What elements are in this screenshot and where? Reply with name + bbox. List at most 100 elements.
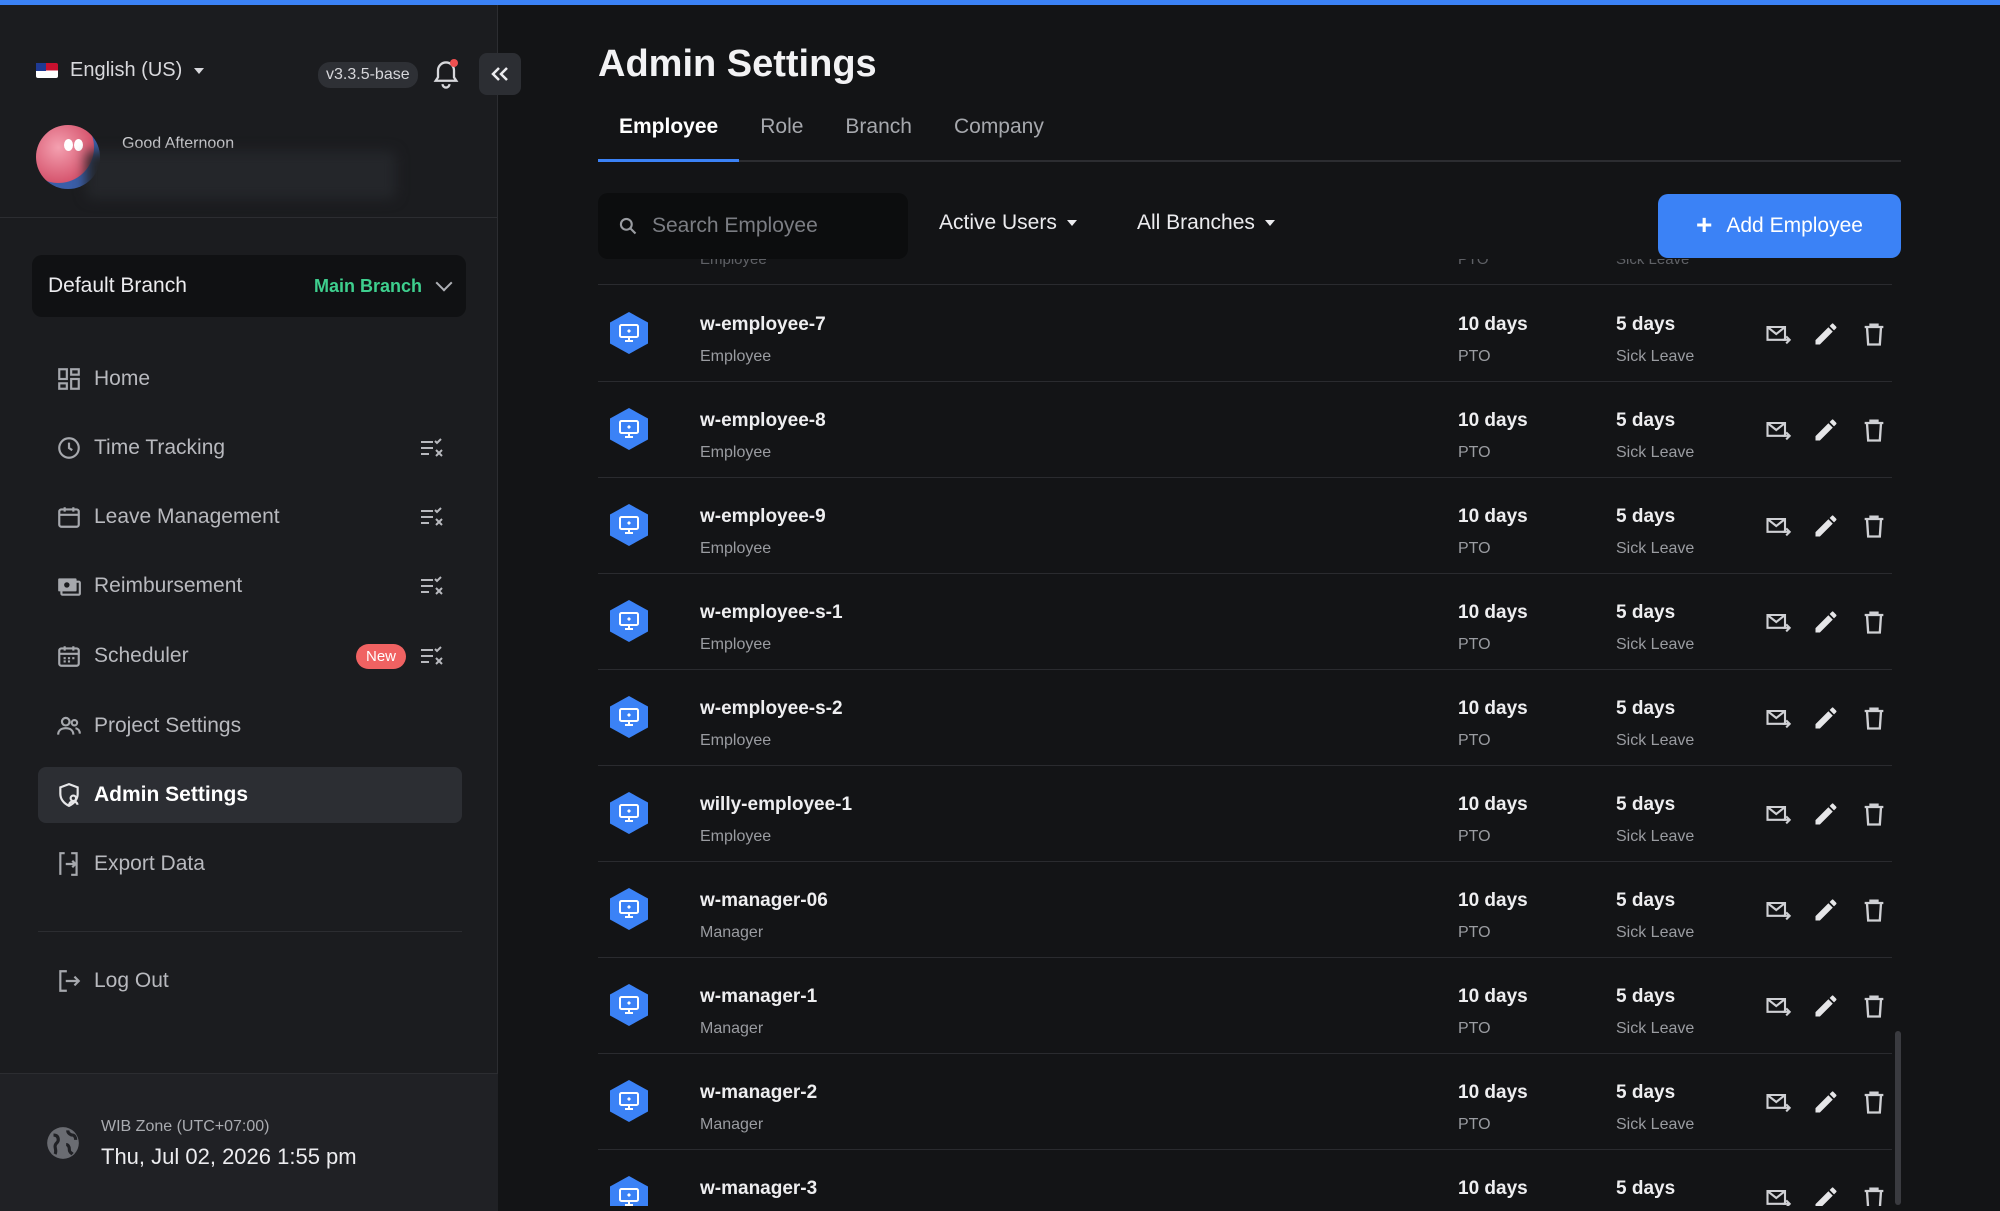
column-header-pto: PTO	[1458, 259, 1489, 268]
send-invite-icon[interactable]	[1764, 704, 1792, 732]
edit-icon[interactable]	[1812, 416, 1840, 444]
employee-avatar-icon	[606, 1174, 652, 1206]
sidebar-item-home[interactable]: Home	[38, 351, 462, 407]
table-scrollbar[interactable]	[1895, 1031, 1901, 1205]
sidebar-divider	[38, 931, 462, 932]
edit-icon[interactable]	[1812, 320, 1840, 348]
tab-branch[interactable]: Branch	[824, 105, 933, 162]
people-icon	[56, 713, 82, 739]
send-invite-icon[interactable]	[1764, 416, 1792, 444]
employee-role: Employee	[700, 540, 772, 557]
employee-avatar-icon	[606, 310, 652, 356]
employee-avatar-icon	[606, 502, 652, 548]
employee-avatar-icon	[606, 790, 652, 836]
table-row[interactable]: w-manager-1 Manager 10 days PTO 5 days Sick L…	[598, 958, 1892, 1054]
tab-bar: Employee Role Branch Company	[598, 105, 1901, 162]
sidebar-item-leave-management[interactable]: Leave Management	[38, 489, 462, 545]
add-employee-button[interactable]: + Add Employee	[1658, 194, 1901, 258]
edit-icon[interactable]	[1812, 896, 1840, 924]
page-title: Admin Settings	[598, 43, 877, 85]
notification-bell-icon[interactable]	[432, 59, 460, 91]
caret-down-icon	[1264, 220, 1275, 226]
sick-leave-value: 5 days	[1616, 1178, 1676, 1199]
active-users-label: Active Users	[939, 211, 1057, 234]
send-invite-icon[interactable]	[1764, 896, 1792, 924]
language-selector[interactable]: English (US)	[36, 59, 205, 82]
collapse-sidebar-button[interactable]	[479, 53, 521, 95]
active-users-filter[interactable]: Active Users	[939, 211, 1077, 235]
sidebar-item-time-tracking[interactable]: Time Tracking	[38, 420, 462, 476]
edit-icon[interactable]	[1812, 512, 1840, 540]
table-row[interactable]: w-employee-8 Employee 10 days PTO 5 days Sick…	[598, 382, 1892, 478]
sidebar-item-scheduler[interactable]: Scheduler New	[38, 628, 462, 684]
tab-company[interactable]: Company	[933, 105, 1065, 162]
delete-icon[interactable]	[1860, 992, 1888, 1020]
sidebar-item-export-data[interactable]: Export Data	[38, 836, 462, 892]
delete-icon[interactable]	[1860, 608, 1888, 636]
delete-icon[interactable]	[1860, 320, 1888, 348]
send-invite-icon[interactable]	[1764, 800, 1792, 828]
employee-name: w-employee-s-1	[700, 602, 843, 623]
employee-name: w-employee-8	[700, 410, 826, 431]
notification-dot	[450, 59, 458, 67]
sick-leave-label: Sick Leave	[1616, 348, 1695, 365]
delete-icon[interactable]	[1860, 416, 1888, 444]
table-row[interactable]: w-manager-06 Manager 10 days PTO 5 days Sick …	[598, 862, 1892, 958]
edit-icon[interactable]	[1812, 1088, 1840, 1116]
employee-name: w-employee-7	[700, 314, 826, 335]
caret-down-icon	[1066, 220, 1077, 226]
search-input[interactable]	[652, 214, 882, 238]
edit-icon[interactable]	[1812, 992, 1840, 1020]
send-invite-icon[interactable]	[1764, 512, 1792, 540]
checklist-icon	[421, 507, 443, 526]
delete-icon[interactable]	[1860, 1184, 1888, 1206]
pto-label: PTO	[1458, 828, 1491, 845]
sick-leave-value: 5 days	[1616, 890, 1676, 911]
all-branches-filter[interactable]: All Branches	[1137, 211, 1275, 235]
table-row[interactable]: w-manager-2 Manager 10 days PTO 5 days Sick L…	[598, 1054, 1892, 1150]
column-header-sick-leave: Sick Leave	[1616, 259, 1690, 268]
employee-role: Employee	[700, 828, 772, 845]
language-label: English (US)	[70, 59, 183, 81]
sidebar-item-admin-settings[interactable]: Admin Settings	[38, 767, 462, 823]
delete-icon[interactable]	[1860, 704, 1888, 732]
table-row[interactable]: w-employee-s-1 Employee 10 days PTO 5 days Si…	[598, 574, 1892, 670]
pto-label: PTO	[1458, 732, 1491, 749]
table-row[interactable]: w-employee-7 Employee 10 days PTO 5 days Sick…	[598, 286, 1892, 382]
edit-icon[interactable]	[1812, 800, 1840, 828]
edit-icon[interactable]	[1812, 608, 1840, 636]
edit-icon[interactable]	[1812, 1184, 1840, 1206]
tab-role[interactable]: Role	[739, 105, 824, 162]
sick-leave-label: Sick Leave	[1616, 1116, 1695, 1133]
pto-value: 10 days	[1458, 602, 1528, 623]
send-invite-icon[interactable]	[1764, 608, 1792, 636]
send-invite-icon[interactable]	[1764, 320, 1792, 348]
logout-icon	[56, 968, 82, 994]
money-icon	[56, 573, 82, 599]
sick-leave-value: 5 days	[1616, 506, 1676, 527]
pto-value: 10 days	[1458, 1178, 1528, 1199]
pto-label: PTO	[1458, 540, 1491, 557]
sick-leave-value: 5 days	[1616, 410, 1676, 431]
sidebar-item-reimbursement[interactable]: Reimbursement	[38, 558, 462, 614]
sidebar: English (US) v3.3.5-base Good Afternoon …	[0, 5, 498, 1211]
table-row[interactable]: w-employee-s-2 Employee 10 days PTO 5 days Si…	[598, 670, 1892, 766]
delete-icon[interactable]	[1860, 512, 1888, 540]
sidebar-divider	[0, 217, 498, 218]
table-row[interactable]: w-manager-3 10 days 5 days	[598, 1150, 1892, 1206]
add-employee-label: Add Employee	[1726, 214, 1863, 237]
edit-icon[interactable]	[1812, 704, 1840, 732]
send-invite-icon[interactable]	[1764, 1088, 1792, 1116]
table-row[interactable]: w-employee-9 Employee 10 days PTO 5 days Sick…	[598, 478, 1892, 574]
default-branch-selector[interactable]: Default Branch Main Branch	[32, 255, 466, 317]
table-row[interactable]: willy-employee-1 Employee 10 days PTO 5 days…	[598, 766, 1892, 862]
delete-icon[interactable]	[1860, 800, 1888, 828]
checklist-icon	[421, 646, 443, 665]
send-invite-icon[interactable]	[1764, 1184, 1792, 1206]
send-invite-icon[interactable]	[1764, 992, 1792, 1020]
delete-icon[interactable]	[1860, 1088, 1888, 1116]
delete-icon[interactable]	[1860, 896, 1888, 924]
tab-employee[interactable]: Employee	[598, 105, 740, 162]
logout-button[interactable]: Log Out	[38, 953, 462, 1009]
sidebar-item-project-settings[interactable]: Project Settings	[38, 698, 462, 754]
